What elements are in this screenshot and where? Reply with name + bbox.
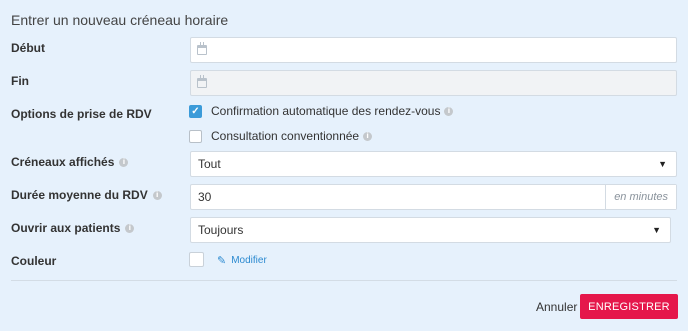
creneaux-selected-value: Tout: [198, 157, 221, 171]
calendar-icon: [197, 75, 207, 88]
duree-label-text: Durée moyenne du RDV: [11, 188, 148, 202]
creneaux-label: Créneaux affichés i: [11, 154, 129, 170]
couleur-label-text: Couleur: [11, 254, 57, 268]
info-icon[interactable]: i: [152, 190, 162, 200]
duree-input[interactable]: 30 en minutes: [190, 184, 677, 210]
info-icon[interactable]: i: [119, 157, 129, 167]
ouvrir-label: Ouvrir aux patients i: [11, 220, 135, 236]
info-icon[interactable]: i: [125, 223, 135, 233]
auto-confirm-option[interactable]: ✓ Confirmation automatique des rendez-vo…: [189, 104, 454, 118]
caret-down-icon: ▼: [658, 159, 667, 169]
debut-date-input[interactable]: [190, 37, 677, 63]
modify-color-label: Modifier: [231, 255, 267, 266]
conventionnee-option[interactable]: Consultation conventionnée i: [189, 129, 373, 143]
fin-date-input[interactable]: [190, 70, 677, 96]
debut-label-text: Début: [11, 41, 45, 55]
options-label-text: Options de prise de RDV: [11, 107, 152, 121]
calendar-icon: [197, 42, 207, 55]
ouvrir-selected-value: Toujours: [198, 223, 244, 237]
duree-value: 30: [198, 190, 212, 204]
color-swatch[interactable]: [189, 252, 204, 267]
creneaux-select[interactable]: Tout ▼: [190, 151, 677, 177]
pencil-icon: ✎: [217, 254, 227, 267]
conventionnee-checkbox[interactable]: [189, 129, 202, 143]
info-icon[interactable]: i: [363, 131, 373, 141]
check-icon: ✓: [191, 105, 200, 117]
debut-label: Début: [11, 40, 45, 56]
fin-label: Fin: [11, 73, 29, 89]
duree-unit-suffix: en minutes: [605, 185, 676, 209]
cancel-button[interactable]: Annuler: [536, 300, 577, 314]
footer-divider: [11, 280, 677, 281]
ouvrir-label-text: Ouvrir aux patients: [11, 221, 121, 235]
page-title: Entrer un nouveau créneau horaire: [11, 12, 229, 28]
info-icon[interactable]: i: [444, 106, 454, 116]
couleur-label: Couleur: [11, 253, 56, 269]
duree-label: Durée moyenne du RDV i: [11, 187, 162, 203]
options-label: Options de prise de RDV: [11, 106, 152, 122]
fin-label-text: Fin: [11, 74, 29, 88]
conventionnee-label: Consultation conventionnée: [211, 129, 360, 143]
modify-color-link[interactable]: ✎ Modifier: [217, 254, 267, 267]
ouvrir-select[interactable]: Toujours ▼: [190, 217, 671, 243]
auto-confirm-label: Confirmation automatique des rendez-vous: [211, 104, 441, 118]
creneaux-label-text: Créneaux affichés: [11, 155, 115, 169]
auto-confirm-checkbox[interactable]: ✓: [189, 104, 202, 118]
save-button[interactable]: ENREGISTRER: [580, 294, 678, 319]
caret-down-icon: ▼: [652, 225, 661, 235]
